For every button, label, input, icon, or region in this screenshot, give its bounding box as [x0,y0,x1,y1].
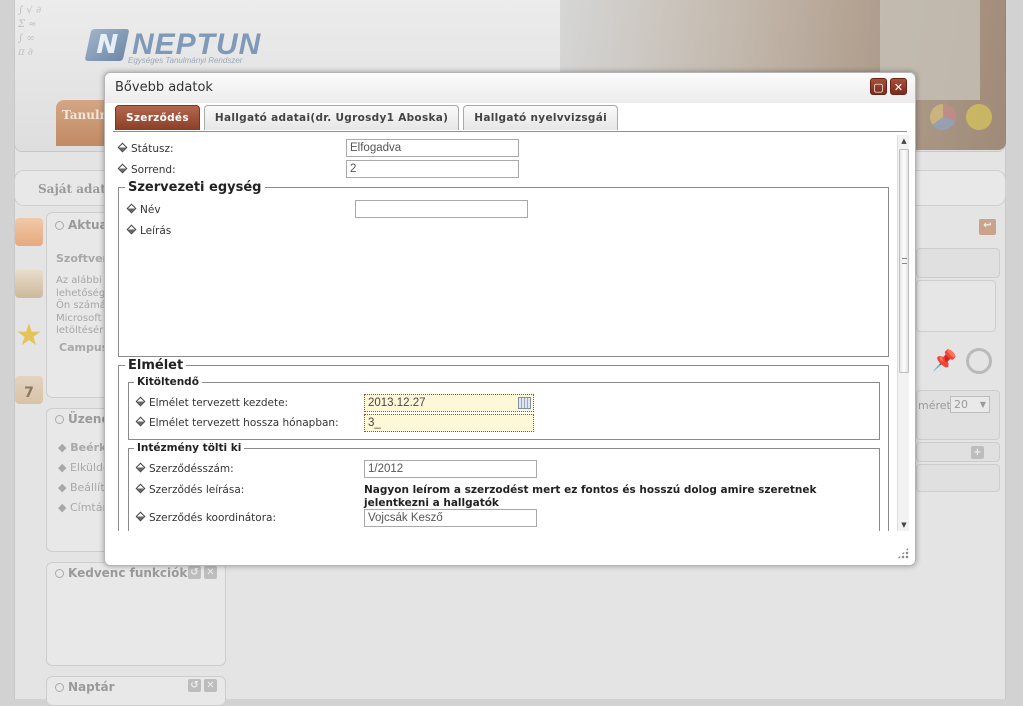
content-scrollbar[interactable]: ▲ ▼ [897,135,909,531]
pin-icon[interactable]: 📌 [932,348,957,372]
elmelet-legend: Elmélet [125,358,187,373]
scroll-thumb[interactable] [899,149,909,373]
bullet-diamond-icon [117,163,128,174]
kedvenc-title: Kedvenc funkciók [55,566,187,580]
sorrend-field[interactable]: 2 [346,160,519,178]
bullet-diamond-icon [117,142,128,153]
uzenet-item-beerkezett[interactable]: ◆ Beérk [58,441,106,454]
kezdete-date-input[interactable]: 2013.12.27 [364,394,534,412]
szerzodesszam-label: Szerződésszám: [135,462,234,475]
tab-hallgato-adatai[interactable]: Hallgató adatai(dr. Ugrosdy1 Aboska) [203,105,460,130]
bullet-diamond-icon [135,416,146,427]
uzenet-item-beallitasok[interactable]: ◆ Beállít [58,481,105,494]
sorrend-label: Sorrend: [117,163,176,176]
star-icon[interactable]: ★ [15,321,43,351]
leiras-label: Leírás [126,224,171,237]
maximize-button[interactable]: ▢ [870,78,887,95]
right-panel-add [916,442,1000,462]
details-modal: Bővebb adatok ▢ ✕ Szerződés Hallgató ada… [104,72,916,566]
close-button[interactable]: ✕ [890,78,907,95]
pie-chart-icon[interactable] [930,104,956,130]
szerzodes-leirasa-value: Nagyon leírom a szerzodést mert ez fonto… [364,484,817,509]
bullet-diamond-icon [135,483,146,494]
calendar-day: 7 [24,385,34,401]
naptar-close-icon[interactable]: ✕ [204,679,217,692]
szerzodesszam-field[interactable]: 1/2012 [364,460,537,478]
back-icon[interactable]: ↩ [979,219,996,235]
koordinator-label: Szerződés koordinátora: [135,511,276,524]
modal-content: Státusz: Elfogadva Sorrend: 2 Szervezeti… [115,133,899,531]
campus-link[interactable]: Campus [59,341,108,354]
calendar-icon[interactable]: 7 [15,376,43,404]
szerzodes-leirasa-label: Szerződés leírása: [135,483,244,496]
kedvenc-edit-icon[interactable]: ↺ [188,566,201,579]
kedvenc-close-icon[interactable]: ✕ [204,566,217,579]
bullet-diamond-icon [135,396,146,407]
intezmeny-fieldset: Intézmény tölti ki Szerződésszám: 1/2012… [128,442,880,531]
bullet-diamond-icon [126,224,137,235]
scroll-down-icon[interactable]: ▼ [898,519,910,531]
maximize-icon: ▢ [873,81,884,94]
aktualis-text: Az alábbi lehetőség Ön számá Microsoft l… [56,275,106,336]
hossza-label: Elmélet tervezett hossza hónapban: [135,416,339,429]
right-panel-bottom [916,464,1000,492]
right-panel-top [916,248,1000,278]
nev-label: Név [126,203,161,216]
bullet-diamond-icon [135,511,146,522]
aktualis-heading: Szoftver [56,252,108,265]
modal-header[interactable]: Bővebb adatok ▢ ✕ [105,73,915,103]
intezmeny-legend: Intézmény tölti ki [134,442,245,454]
koordinator-field[interactable]: Vojcsák Kesző [364,509,537,527]
scroll-up-icon[interactable]: ▲ [898,135,910,147]
naptar-edit-icon[interactable]: ↺ [188,679,201,692]
kitoltendo-fieldset: Kitöltendő Elmélet tervezett kezdete: 20… [128,376,880,440]
naptar-title: Naptár [55,680,114,694]
szervezeti-egyseg-fieldset: Szervezeti egység Név Leírás [118,180,889,357]
logo-subtitle: Egységes Tanulmányi Rendszer [128,56,243,65]
header-scribble-decoration: ∫ √ ∂ Σ ≈ ∫ ∞ π ∂ [18,5,42,58]
kitoltendo-legend: Kitöltendő [134,376,202,388]
add-icon[interactable]: + [971,446,984,459]
close-icon: ✕ [893,81,904,94]
modal-tabs: Szerződés Hallgató adatai(dr. Ugrosdy1 A… [115,105,619,131]
nev-input[interactable] [355,200,528,218]
grip-icon [902,258,907,264]
tabs-divider [113,131,907,132]
letter-a-icon[interactable] [15,218,43,246]
kezdete-label: Elmélet tervezett kezdete: [135,396,288,409]
right-panel-middle [916,280,996,332]
envelope-icon[interactable] [15,270,43,298]
calendar-picker-icon[interactable] [518,397,531,409]
hossza-input[interactable]: 3_ [364,414,534,432]
uzenet-item-cimtar[interactable]: ◆ Címtár [58,501,107,514]
status-label: Státusz: [117,142,174,155]
page-size-select[interactable]: 20 ▼ [950,396,990,413]
szervezeti-egyseg-legend: Szervezeti egység [125,180,265,195]
bullet-diamond-icon [126,203,137,214]
neptun-logo-icon: N [84,29,130,61]
tab-szerzodes[interactable]: Szerződés [115,105,200,130]
magnifier-icon[interactable] [966,348,992,374]
status-field[interactable]: Elfogadva [346,139,519,157]
elmelet-fieldset: Elmélet Kitöltendő Elmélet tervezett kez… [118,358,889,531]
resize-grip-icon[interactable] [897,547,909,559]
modal-title: Bővebb adatok [115,80,213,95]
uzenet-item-elkuldott[interactable]: ◆ Elküldö [58,461,110,474]
smiley-icon[interactable] [966,104,992,130]
chevron-down-icon: ▼ [979,400,986,409]
meret-label: méret [918,399,951,412]
bullet-diamond-icon [135,462,146,473]
tab-hallgato-nyelvvizsgai[interactable]: Hallgató nyelvvizsgái [463,105,619,130]
